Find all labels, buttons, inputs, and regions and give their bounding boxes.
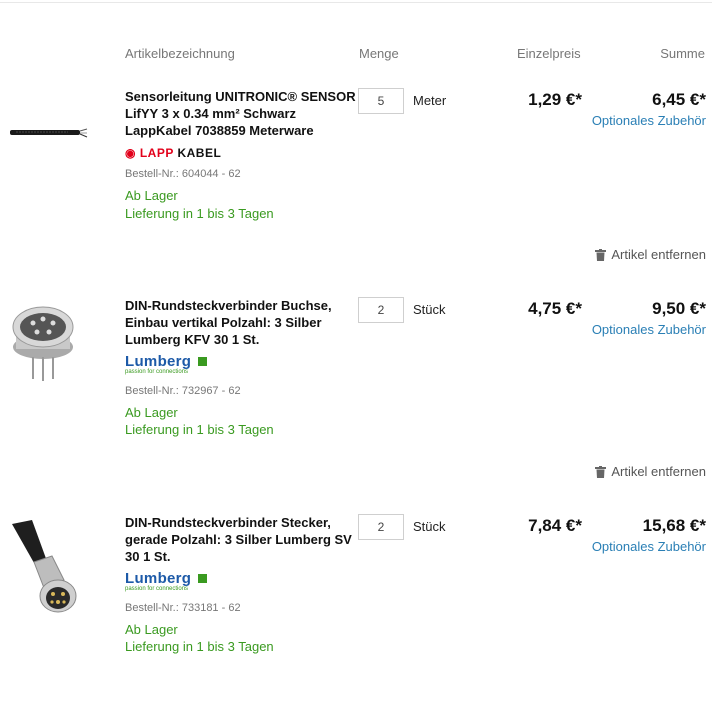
trash-icon: [595, 466, 607, 478]
header-total: Summe: [660, 46, 705, 61]
remove-item-button[interactable]: Artikel entfernen: [595, 247, 706, 262]
product-title[interactable]: Sensorleitung UNITRONIC® SENSOR LifYY 3 …: [125, 88, 360, 139]
remove-item-button[interactable]: Artikel entfernen: [595, 464, 706, 479]
line-total: 9,50 €*: [652, 299, 706, 318]
brand-logo-lumberg: Lumberg passion for connections: [125, 353, 207, 375]
cart-item: DIN-Rundsteckverbinder Buchse, Einbau ve…: [0, 297, 722, 497]
stock-status: Ab Lager: [125, 622, 178, 637]
cart-item: Sensorleitung UNITRONIC® SENSOR LifYY 3 …: [0, 88, 722, 288]
order-number: Bestell-Nr.: 732967 - 62: [125, 385, 241, 397]
remove-item-label: Artikel entfernen: [611, 247, 706, 262]
quantity-unit: Stück: [413, 302, 446, 317]
brand-logo-lapp: ◉ LAPP KABEL: [125, 146, 222, 160]
optional-accessories-link[interactable]: Optionales Zubehör: [592, 322, 706, 337]
order-number: Bestell-Nr.: 604044 - 62: [125, 168, 241, 180]
trash-icon: [595, 249, 607, 261]
remove-item-label: Artikel entfernen: [611, 464, 706, 479]
stock-status: Ab Lager: [125, 188, 178, 203]
unit-price: 4,75 €*: [528, 299, 582, 318]
header-quantity: Menge: [359, 46, 399, 61]
delivery-time: Lieferung in 1 bis 3 Tagen: [125, 422, 274, 437]
delivery-time: Lieferung in 1 bis 3 Tagen: [125, 639, 274, 654]
product-image-din-plug[interactable]: [8, 518, 78, 613]
top-divider: [0, 2, 712, 3]
quantity-unit: Stück: [413, 519, 446, 534]
header-article: Artikelbezeichnung: [125, 46, 235, 61]
line-total: 6,45 €*: [652, 90, 706, 109]
product-image-din-socket[interactable]: [8, 297, 78, 387]
line-total: 15,68 €*: [642, 516, 706, 535]
stock-status: Ab Lager: [125, 405, 178, 420]
cart-item: DIN-Rundsteckverbinder Stecker, gerade P…: [0, 514, 722, 714]
quantity-input[interactable]: [358, 297, 404, 323]
optional-accessories-link[interactable]: Optionales Zubehör: [592, 539, 706, 554]
optional-accessories-link[interactable]: Optionales Zubehör: [592, 113, 706, 128]
product-title[interactable]: DIN-Rundsteckverbinder Stecker, gerade P…: [125, 514, 360, 565]
product-title[interactable]: DIN-Rundsteckverbinder Buchse, Einbau ve…: [125, 297, 360, 348]
brand-logo-lumberg: Lumberg passion for connections: [125, 570, 207, 592]
unit-price: 7,84 €*: [528, 516, 582, 535]
header-unit-price: Einzelpreis: [517, 46, 581, 61]
quantity-input[interactable]: [358, 88, 404, 114]
product-image-cable[interactable]: [8, 118, 88, 208]
delivery-time: Lieferung in 1 bis 3 Tagen: [125, 206, 274, 221]
unit-price: 1,29 €*: [528, 90, 582, 109]
quantity-input[interactable]: [358, 514, 404, 540]
quantity-unit: Meter: [413, 93, 447, 108]
order-number: Bestell-Nr.: 733181 - 62: [125, 602, 241, 614]
